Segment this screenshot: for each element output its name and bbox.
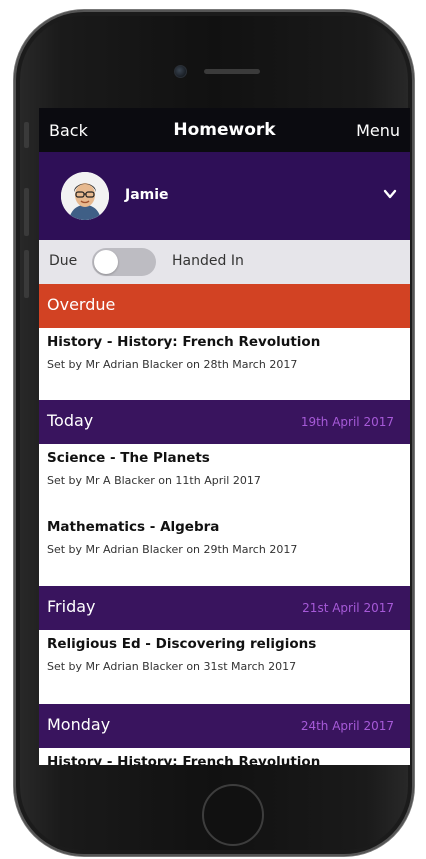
page-title: Homework xyxy=(173,120,276,140)
camera-icon xyxy=(174,65,187,78)
volume-down-button xyxy=(24,250,29,298)
speaker-grille xyxy=(204,69,260,74)
user-name: Jamie xyxy=(125,187,169,203)
chevron-down-icon[interactable] xyxy=(382,186,398,202)
toggle-label-due: Due xyxy=(49,253,78,269)
section-title: Monday xyxy=(47,715,111,734)
section-date: 24th April 2017 xyxy=(300,719,394,733)
homework-set-by: Set by Mr Adrian Blacker on 28th March 2… xyxy=(47,358,298,371)
homework-set-by: Set by Mr A Blacker on 11th April 2017 xyxy=(47,474,261,487)
nav-bar: Back Homework Menu xyxy=(39,108,410,152)
volume-up-button xyxy=(24,188,29,236)
due-handed-in-toggle-bar: Due Handed In xyxy=(39,240,410,284)
homework-item[interactable]: History - History: French Revolution xyxy=(39,748,410,765)
section-header-monday: Monday 24th April 2017 xyxy=(39,704,410,748)
section-header-today: Today 19th April 2017 xyxy=(39,400,410,444)
back-button[interactable]: Back xyxy=(49,121,88,140)
homework-title: History - History: French Revolution xyxy=(47,754,321,765)
section-title: Today xyxy=(47,411,94,430)
homework-set-by: Set by Mr Adrian Blacker on 29th March 2… xyxy=(47,543,298,556)
homework-title: History - History: French Revolution xyxy=(47,334,321,350)
home-button[interactable] xyxy=(202,784,264,846)
avatar xyxy=(61,172,109,220)
homework-title: Religious Ed - Discovering religions xyxy=(47,636,317,652)
homework-item[interactable]: Science - The Planets Set by Mr A Blacke… xyxy=(39,444,410,513)
homework-title: Mathematics - Algebra xyxy=(47,519,220,535)
switch-knob xyxy=(94,250,118,274)
section-header-overdue: Overdue xyxy=(39,284,410,328)
mute-switch xyxy=(24,122,29,148)
section-date: 21st April 2017 xyxy=(302,601,394,615)
menu-button[interactable]: Menu xyxy=(356,121,400,140)
section-header-friday: Friday 21st April 2017 xyxy=(39,586,410,630)
due-handed-in-switch[interactable] xyxy=(92,248,156,276)
section-title: Overdue xyxy=(47,295,116,314)
homework-item[interactable]: Religious Ed - Discovering religions Set… xyxy=(39,630,410,702)
app-screen: Back Homework Menu Jamie Due Handed In O… xyxy=(39,108,410,765)
user-selector[interactable]: Jamie xyxy=(39,152,410,240)
homework-set-by: Set by Mr Adrian Blacker on 31st March 2… xyxy=(47,660,297,673)
homework-item[interactable]: History - History: French Revolution Set… xyxy=(39,328,410,400)
homework-title: Science - The Planets xyxy=(47,450,210,466)
homework-item[interactable]: Mathematics - Algebra Set by Mr Adrian B… xyxy=(39,513,410,585)
section-date: 19th April 2017 xyxy=(300,415,394,429)
toggle-label-handed-in: Handed In xyxy=(172,253,244,269)
section-title: Friday xyxy=(47,597,96,616)
